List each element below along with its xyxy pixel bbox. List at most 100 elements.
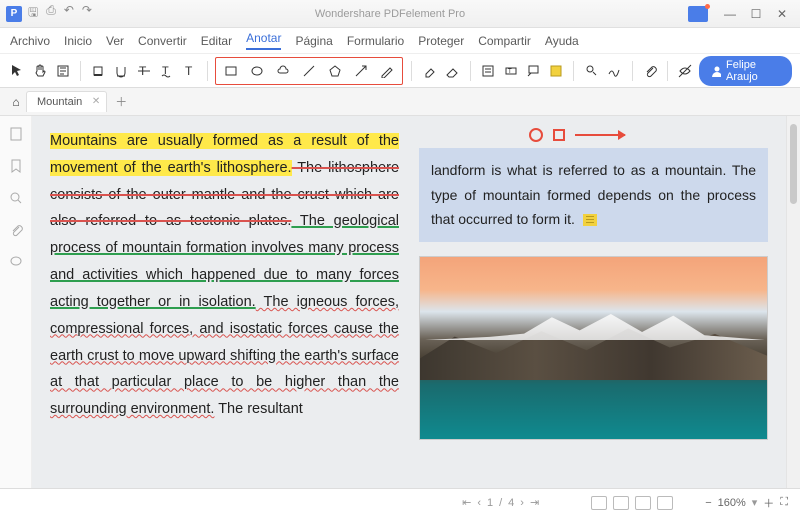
vertical-scrollbar[interactable] xyxy=(786,116,800,488)
window-controls: — ☐ ✕ xyxy=(718,4,794,24)
eraser2-tool-icon[interactable] xyxy=(443,60,462,82)
menu-anotar[interactable]: Anotar xyxy=(246,31,281,50)
print-icon[interactable]: ⎙ xyxy=(46,3,56,24)
strikethrough-tool-icon[interactable]: T xyxy=(134,60,153,82)
page-total: 4 xyxy=(508,497,514,509)
callout-tool-icon[interactable] xyxy=(524,60,543,82)
app-logo: P xyxy=(6,6,22,22)
save-icon[interactable]: 🖫 xyxy=(28,3,38,24)
statusbar: ⇤ ‹ 1 / 4 › ⇥ − 160% ▾ ＋ ⛶ xyxy=(0,488,800,516)
rectangle-tool-icon[interactable] xyxy=(220,60,242,82)
menu-formulario[interactable]: Formulario xyxy=(347,34,404,48)
arrow-annotation-icon[interactable] xyxy=(575,134,625,136)
new-tab-button[interactable]: ＋ xyxy=(107,93,135,110)
note-tool-icon[interactable] xyxy=(479,60,498,82)
area-highlight-icon[interactable] xyxy=(547,60,566,82)
user-icon xyxy=(711,65,721,77)
sidebar xyxy=(0,116,32,488)
tab-close-icon[interactable]: ✕ xyxy=(92,96,100,107)
attachments-icon[interactable] xyxy=(8,222,24,238)
comments-icon[interactable] xyxy=(8,254,24,270)
bookmarks-icon[interactable] xyxy=(8,158,24,174)
zoom-in-icon[interactable]: ＋ xyxy=(763,495,774,511)
highlight-tool-icon[interactable] xyxy=(89,60,108,82)
circle-annotation-icon[interactable] xyxy=(529,128,543,142)
app-title: Wondershare PDFelement Pro xyxy=(92,8,688,20)
stamp-tool-icon[interactable] xyxy=(582,60,601,82)
signature-tool-icon[interactable] xyxy=(605,60,624,82)
zoom-level[interactable]: 160% xyxy=(718,497,746,509)
oval-tool-icon[interactable] xyxy=(246,60,268,82)
fullscreen-icon[interactable]: ⛶ xyxy=(780,496,788,509)
svg-text:T: T xyxy=(185,64,193,78)
page-sep: / xyxy=(499,497,502,509)
select-tool-icon[interactable] xyxy=(8,60,27,82)
svg-text:T: T xyxy=(508,69,512,75)
search-icon[interactable] xyxy=(8,190,24,206)
underline-tool-icon[interactable] xyxy=(112,60,131,82)
square-annotation-icon[interactable] xyxy=(553,129,565,141)
view-continuous-icon[interactable] xyxy=(613,496,629,510)
menu-pagina[interactable]: Página xyxy=(295,34,332,48)
shape-annotations xyxy=(419,128,768,142)
text-note-box[interactable]: landform is what is referred to as a mou… xyxy=(419,148,768,242)
text-squiggly: The igneous forces, compressional forces… xyxy=(50,294,399,417)
annotate-toolbar: T T T T Felipe Araujo xyxy=(0,54,800,88)
scrollbar-thumb[interactable] xyxy=(790,124,797,204)
view-facing-icon[interactable] xyxy=(635,496,651,510)
view-facing-cont-icon[interactable] xyxy=(657,496,673,510)
prev-page-icon[interactable]: ‹ xyxy=(477,497,481,509)
menubar: Archivo Inicio Ver Convertir Editar Anot… xyxy=(0,28,800,54)
menu-compartir[interactable]: Compartir xyxy=(478,34,531,48)
paragraph-1: Mountains are usually formed as a result… xyxy=(50,128,399,423)
eraser-tool-icon[interactable] xyxy=(420,60,439,82)
caret-tool-icon[interactable]: T xyxy=(180,60,199,82)
notification-icon[interactable] xyxy=(688,6,708,22)
document-view[interactable]: Mountains are usually formed as a result… xyxy=(32,116,786,488)
menu-editar[interactable]: Editar xyxy=(201,34,232,48)
zoom-out-icon[interactable]: − xyxy=(705,497,711,509)
mountain-image xyxy=(419,256,768,440)
user-name: Felipe Araujo xyxy=(726,59,780,83)
squiggly-tool-icon[interactable]: T xyxy=(157,60,176,82)
first-page-icon[interactable]: ⇤ xyxy=(462,496,471,509)
tabbar: ⌂ Mountain ✕ ＋ xyxy=(0,88,800,116)
page-current[interactable]: 1 xyxy=(487,497,493,509)
arrow-tool-icon[interactable] xyxy=(350,60,372,82)
shape-tools-group xyxy=(215,57,403,85)
attachment-tool-icon[interactable] xyxy=(641,60,660,82)
edit-tool-icon[interactable] xyxy=(53,60,72,82)
polygon-tool-icon[interactable] xyxy=(324,60,346,82)
thumbnails-icon[interactable] xyxy=(8,126,24,142)
last-page-icon[interactable]: ⇥ xyxy=(530,496,539,509)
hand-tool-icon[interactable] xyxy=(31,60,50,82)
cloud-tool-icon[interactable] xyxy=(272,60,294,82)
home-tab-icon[interactable]: ⌂ xyxy=(6,95,26,109)
menu-ver[interactable]: Ver xyxy=(106,34,124,48)
menu-inicio[interactable]: Inicio xyxy=(64,34,92,48)
tab-label: Mountain xyxy=(37,96,82,108)
minimize-button[interactable]: — xyxy=(718,4,742,24)
titlebar: P 🖫 ⎙ ↶ ↷ Wondershare PDFelement Pro — ☐… xyxy=(0,0,800,28)
textbox-tool-icon[interactable]: T xyxy=(501,60,520,82)
menu-ayuda[interactable]: Ayuda xyxy=(545,34,579,48)
maximize-button[interactable]: ☐ xyxy=(744,4,768,24)
page-navigation: ⇤ ‹ 1 / 4 › ⇥ xyxy=(462,496,539,509)
user-button[interactable]: Felipe Araujo xyxy=(699,56,792,86)
undo-icon[interactable]: ↶ xyxy=(64,3,74,24)
menu-proteger[interactable]: Proteger xyxy=(418,34,464,48)
main-area: Mountains are usually formed as a result… xyxy=(0,116,800,488)
close-button[interactable]: ✕ xyxy=(770,4,794,24)
line-tool-icon[interactable] xyxy=(298,60,320,82)
next-page-icon[interactable]: › xyxy=(520,497,524,509)
document-tab[interactable]: Mountain ✕ xyxy=(26,91,107,112)
menu-convertir[interactable]: Convertir xyxy=(138,34,187,48)
menu-archivo[interactable]: Archivo xyxy=(10,34,50,48)
redo-icon[interactable]: ↷ xyxy=(82,3,92,24)
right-column: landform is what is referred to as a mou… xyxy=(419,128,768,476)
sticky-note-icon[interactable] xyxy=(583,214,597,226)
hide-annotations-icon[interactable] xyxy=(676,60,695,82)
pencil-tool-icon[interactable] xyxy=(376,60,398,82)
left-column: Mountains are usually formed as a result… xyxy=(50,128,399,476)
view-single-icon[interactable] xyxy=(591,496,607,510)
